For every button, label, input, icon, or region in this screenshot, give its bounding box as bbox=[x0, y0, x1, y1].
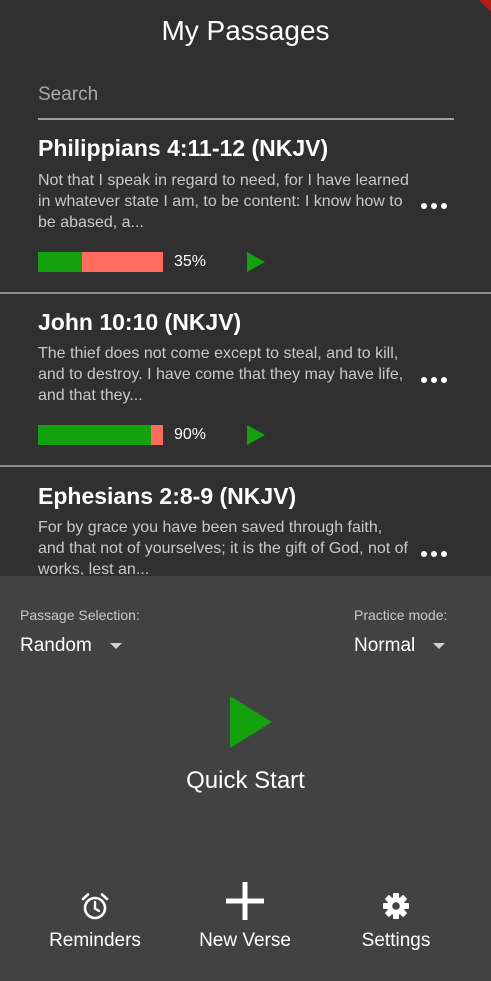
more-dot-icon bbox=[441, 377, 447, 383]
more-dot-icon bbox=[421, 203, 427, 209]
more-dot-icon bbox=[421, 551, 427, 557]
gear-icon bbox=[382, 886, 410, 926]
passage-selection-label: Passage Selection: bbox=[20, 607, 140, 623]
more-dot-icon bbox=[421, 377, 427, 383]
practice-mode-label: Practice mode: bbox=[354, 607, 448, 623]
practice-mode-value: Normal bbox=[354, 635, 416, 656]
corner-ribbon bbox=[479, 0, 491, 12]
passage-excerpt: Not that I speak in regard to need, for … bbox=[38, 172, 409, 231]
passage-title: Philippians 4:11-12 (NKJV) bbox=[38, 135, 329, 161]
progress-bar bbox=[38, 425, 163, 445]
practice-play-button[interactable] bbox=[247, 425, 265, 445]
passage-excerpt: The thief does not come except to steal,… bbox=[38, 345, 404, 404]
quick-start-play-button[interactable] bbox=[228, 696, 272, 748]
more-dot-icon bbox=[441, 203, 447, 209]
quick-start-button[interactable]: Quick Start bbox=[0, 766, 491, 796]
alarm-icon bbox=[80, 886, 110, 926]
divider bbox=[0, 292, 491, 294]
plus-icon bbox=[225, 876, 265, 926]
search-field[interactable] bbox=[38, 72, 454, 120]
play-icon bbox=[230, 696, 272, 748]
reminders-button[interactable]: Reminders bbox=[20, 886, 170, 966]
play-icon bbox=[247, 252, 265, 272]
practice-panel: Passage Selection: Random Practice mode:… bbox=[0, 576, 491, 981]
passage-title: Ephesians 2:8-9 (NKJV) bbox=[38, 483, 297, 509]
page-title: My Passages bbox=[161, 15, 330, 46]
passage-selection-value: Random bbox=[20, 635, 92, 656]
more-dot-icon bbox=[431, 551, 437, 557]
more-dot-icon bbox=[431, 377, 437, 383]
progress-fill bbox=[38, 425, 151, 445]
passage-title: John 10:10 (NKJV) bbox=[38, 309, 242, 335]
chevron-down-icon bbox=[109, 643, 122, 649]
settings-label: Settings bbox=[361, 930, 431, 951]
more-options-button[interactable] bbox=[414, 365, 454, 395]
progress-percent: 35% bbox=[174, 253, 207, 270]
progress-fill bbox=[38, 252, 82, 272]
more-dot-icon bbox=[441, 551, 447, 557]
more-options-button[interactable] bbox=[414, 191, 454, 221]
practice-play-button[interactable] bbox=[247, 252, 265, 272]
settings-button[interactable]: Settings bbox=[321, 886, 471, 966]
new-verse-label: New Verse bbox=[199, 930, 291, 951]
passage-excerpt: For by grace you have been saved through… bbox=[38, 519, 408, 575]
play-icon bbox=[247, 425, 265, 445]
reminders-label: Reminders bbox=[49, 930, 141, 951]
practice-mode-dropdown[interactable]: Normal bbox=[354, 632, 446, 660]
more-options-button[interactable] bbox=[414, 539, 454, 569]
passage-selection-dropdown[interactable]: Random bbox=[20, 632, 122, 660]
new-verse-button[interactable]: New Verse bbox=[170, 876, 320, 956]
more-dot-icon bbox=[431, 203, 437, 209]
search-input[interactable] bbox=[38, 72, 454, 118]
progress-bar bbox=[38, 252, 163, 272]
progress-percent: 90% bbox=[174, 426, 207, 443]
chevron-down-icon bbox=[433, 643, 446, 649]
divider bbox=[0, 465, 491, 467]
